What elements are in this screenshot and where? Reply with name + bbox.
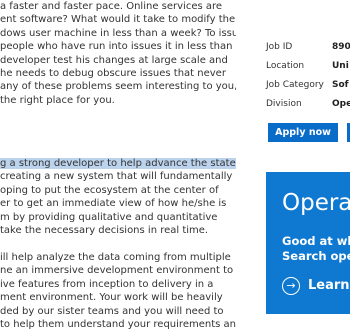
job-description: a faster and faster pace. Online service… — [0, 0, 236, 331]
learn-more-link[interactable]: → Learn — [282, 275, 350, 295]
fact-value: 890 — [332, 42, 350, 52]
description-line: ive features from inception to delivery … — [0, 278, 214, 290]
fact-row-job-id: Job ID 890 — [266, 38, 350, 57]
operations-banner[interactable]: Operat Good at wh Search oper → Learn — [266, 172, 350, 314]
learn-more-label: Learn — [308, 278, 350, 293]
description-line: ill help analyze the data coming from mu… — [0, 252, 231, 263]
fact-label: Job Category — [266, 80, 324, 90]
fact-label: Location — [266, 61, 305, 71]
fact-row-location: Location Uni — [266, 57, 350, 76]
description-line: creating a new system that will fundamen… — [0, 171, 233, 183]
description-paragraph-3: ill help analyze the data coming from mu… — [0, 251, 236, 331]
fact-value: Uni — [332, 61, 349, 71]
fact-value: Ope — [332, 99, 350, 109]
fact-label: Division — [266, 99, 302, 109]
selected-text: g a strong developer to help advance the… — [0, 158, 236, 169]
description-line: a faster and faster pace. Online service… — [0, 1, 223, 12]
fact-value: Sof — [332, 80, 349, 90]
banner-title: Operat — [282, 190, 350, 216]
description-line: take the necessary decisions in real tim… — [0, 225, 209, 237]
banner-tagline-1: Good at wh — [282, 234, 350, 248]
fact-label: Job ID — [266, 42, 293, 52]
description-paragraph-1: a faster and faster pace. Online service… — [0, 0, 236, 107]
description-line: ded by our sister teams and you will nee… — [0, 305, 224, 317]
banner-tagline-2: Search oper — [282, 249, 350, 263]
description-line: the right place for you. — [0, 94, 115, 106]
description-line: er to get an immediate view of how he/sh… — [0, 198, 227, 210]
description-line: ment environment. Your work will be heav… — [0, 292, 223, 304]
description-line: to help them understand your requirement… — [0, 319, 236, 331]
description-line: people who have run into issues it in le… — [0, 41, 233, 53]
description-line: developer test his changes at large scal… — [0, 54, 228, 66]
description-line: m by providing qualitative and quantitat… — [0, 211, 218, 223]
apply-now-button[interactable]: Apply now — [268, 123, 338, 142]
description-line: ne an immersive development environment … — [0, 265, 234, 277]
fact-row-job-category: Job Category Sof — [266, 76, 350, 95]
fact-row-division: Division Ope — [266, 95, 350, 114]
description-line: ent software? What would it take to modi… — [0, 14, 236, 26]
description-paragraph-2: g a strong developer to help advance the… — [0, 157, 236, 237]
arrow-right-circle-icon: → — [282, 276, 300, 295]
job-facts: Job ID 890 Location Uni Job Category Sof Di… — [266, 38, 350, 114]
description-line: any of these problems seem interesting t… — [0, 81, 236, 93]
description-line: he needs to debug obscure issues that ne… — [0, 68, 226, 80]
description-line: oping to put the ecosystem at the center… — [0, 184, 219, 196]
description-line: dows user machine in less than a week? T… — [0, 27, 236, 39]
